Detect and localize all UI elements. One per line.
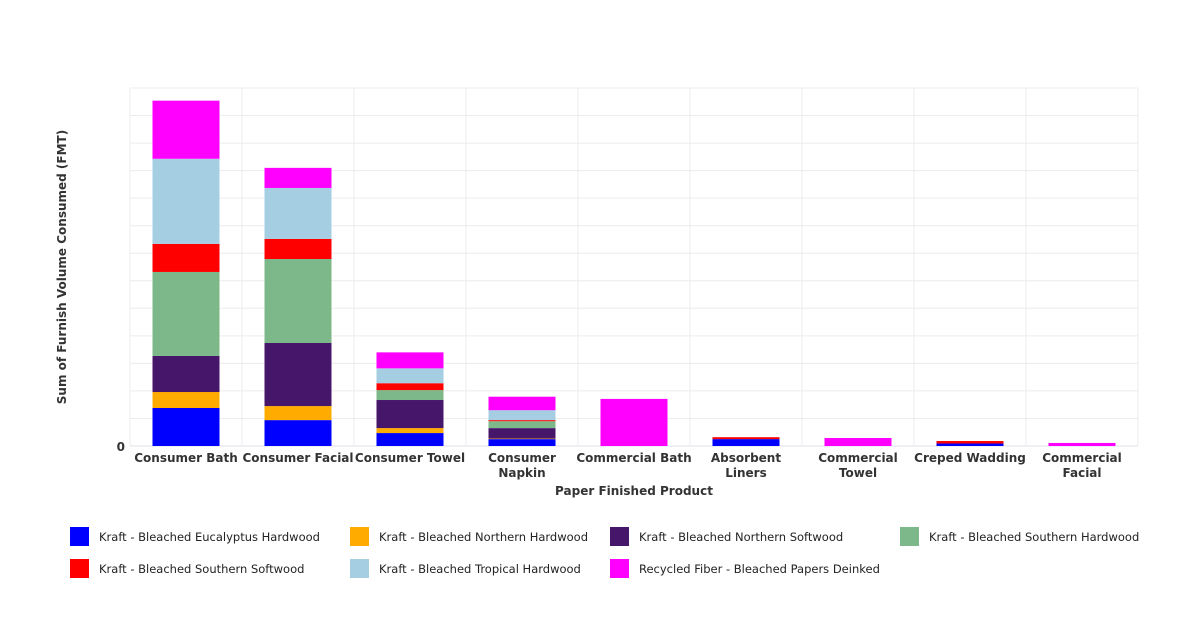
bar-segment bbox=[376, 368, 444, 384]
bar-segment bbox=[264, 406, 332, 421]
bar-segment bbox=[600, 398, 668, 446]
legend-swatch bbox=[610, 527, 629, 546]
bar-segment bbox=[376, 352, 444, 369]
legend-item[interactable]: Kraft - Bleached Eucalyptus Hardwood bbox=[70, 527, 320, 546]
legend-label: Kraft - Bleached Tropical Hardwood bbox=[379, 561, 581, 576]
legend-item[interactable]: Recycled Fiber - Bleached Papers Deinked bbox=[610, 559, 880, 578]
legend-label: Kraft - Bleached Southern Hardwood bbox=[929, 529, 1140, 544]
legend-item[interactable]: Kraft - Bleached Northern Hardwood bbox=[350, 527, 588, 546]
bar-segment bbox=[264, 420, 332, 446]
x-tick-label: Consumer Napkin bbox=[488, 451, 556, 480]
bar-segment bbox=[488, 428, 556, 439]
legend-label: Recycled Fiber - Bleached Papers Deinked bbox=[639, 561, 880, 576]
legend-swatch bbox=[900, 527, 919, 546]
x-axis-label: Paper Finished Product bbox=[555, 484, 713, 498]
legend-item[interactable]: Kraft - Bleached Southern Hardwood bbox=[900, 527, 1139, 546]
bar-segment bbox=[824, 438, 892, 446]
bar-segment bbox=[488, 439, 556, 446]
legend-label: Kraft - Bleached Southern Softwood bbox=[99, 561, 305, 576]
y-axis-label: Sum of Furnish Volume Consumed (FMT) bbox=[55, 130, 69, 404]
x-tick-label: Consumer Towel bbox=[355, 451, 465, 465]
bar-segment bbox=[264, 167, 332, 188]
bar-segment bbox=[376, 400, 444, 429]
bar-segment bbox=[936, 443, 1004, 446]
bar-segment bbox=[1048, 442, 1116, 446]
bar-segment bbox=[152, 392, 220, 408]
legend-swatch bbox=[70, 559, 89, 578]
legend-swatch bbox=[350, 559, 369, 578]
bar-segment bbox=[936, 441, 1004, 444]
bars bbox=[152, 100, 1116, 446]
bar-segment bbox=[488, 421, 556, 429]
bar-segment bbox=[488, 438, 556, 440]
bar-segment bbox=[712, 437, 780, 440]
bar-segment bbox=[488, 420, 556, 422]
legend-item[interactable]: Kraft - Bleached Tropical Hardwood bbox=[350, 559, 581, 578]
x-tick-label: Creped Wadding bbox=[914, 451, 1026, 465]
legend-swatch bbox=[350, 527, 369, 546]
x-tick-label: Consumer Bath bbox=[134, 451, 238, 465]
bar-segment bbox=[376, 428, 444, 434]
bar-segment bbox=[264, 259, 332, 344]
x-tick-labels: Consumer Bath Consumer Facial Consumer Tow… bbox=[134, 451, 1122, 480]
legend-label: Kraft - Bleached Northern Hardwood bbox=[379, 529, 588, 544]
bar-segment bbox=[376, 383, 444, 391]
bar-segment bbox=[264, 343, 332, 407]
y-tick-label: 0 bbox=[117, 440, 125, 454]
x-tick-label: Commercial Towel bbox=[818, 451, 898, 480]
legend-label: Kraft - Bleached Northern Softwood bbox=[639, 529, 844, 544]
bar-segment bbox=[152, 158, 220, 244]
legend-item[interactable]: Kraft - Bleached Southern Softwood bbox=[70, 559, 304, 578]
bar-segment bbox=[376, 433, 444, 446]
bar-segment bbox=[152, 100, 220, 159]
bar-segment bbox=[264, 187, 332, 239]
bar-segment bbox=[488, 410, 556, 421]
x-tick-label: Commercial Bath bbox=[576, 451, 691, 465]
x-tick-label: Commercial Facial bbox=[1042, 451, 1122, 480]
bar-segment bbox=[152, 271, 220, 356]
bar-segment bbox=[488, 396, 556, 411]
bar-segment bbox=[152, 407, 220, 446]
bar-segment bbox=[152, 355, 220, 393]
legend-swatch bbox=[70, 527, 89, 546]
legend-swatch bbox=[610, 559, 629, 578]
legend-label: Kraft - Bleached Eucalyptus Hardwood bbox=[99, 529, 320, 544]
bar-segment bbox=[712, 439, 780, 446]
bar-segment bbox=[376, 390, 444, 401]
legend-item[interactable]: Kraft - Bleached Northern Softwood bbox=[610, 527, 843, 546]
bar-segment bbox=[264, 238, 332, 260]
bar-segment bbox=[152, 243, 220, 272]
x-tick-label: Consumer Facial bbox=[242, 451, 353, 465]
x-tick-label: Absorbent Liners bbox=[711, 451, 781, 480]
